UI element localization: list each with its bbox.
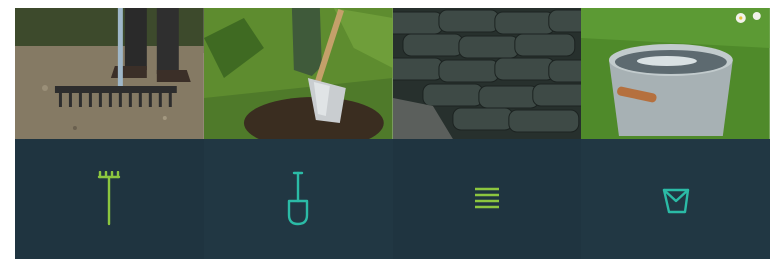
bags-card[interactable] bbox=[392, 8, 582, 259]
bags-panel bbox=[392, 139, 582, 259]
bucket-panel bbox=[581, 139, 770, 259]
rake-card[interactable] bbox=[15, 8, 204, 259]
rake-icon bbox=[96, 171, 122, 227]
bags-icon bbox=[473, 185, 501, 213]
bags-photo bbox=[392, 8, 582, 139]
bucket-icon bbox=[660, 184, 692, 214]
spade-icon bbox=[286, 171, 310, 227]
spade-card[interactable] bbox=[203, 8, 393, 259]
bucket-photo bbox=[581, 8, 770, 139]
tool-grid bbox=[15, 8, 770, 259]
rake-photo bbox=[15, 8, 204, 139]
spade-panel bbox=[203, 139, 393, 259]
spade-photo bbox=[203, 8, 393, 139]
rake-panel bbox=[15, 139, 204, 259]
bucket-card[interactable] bbox=[581, 8, 770, 259]
